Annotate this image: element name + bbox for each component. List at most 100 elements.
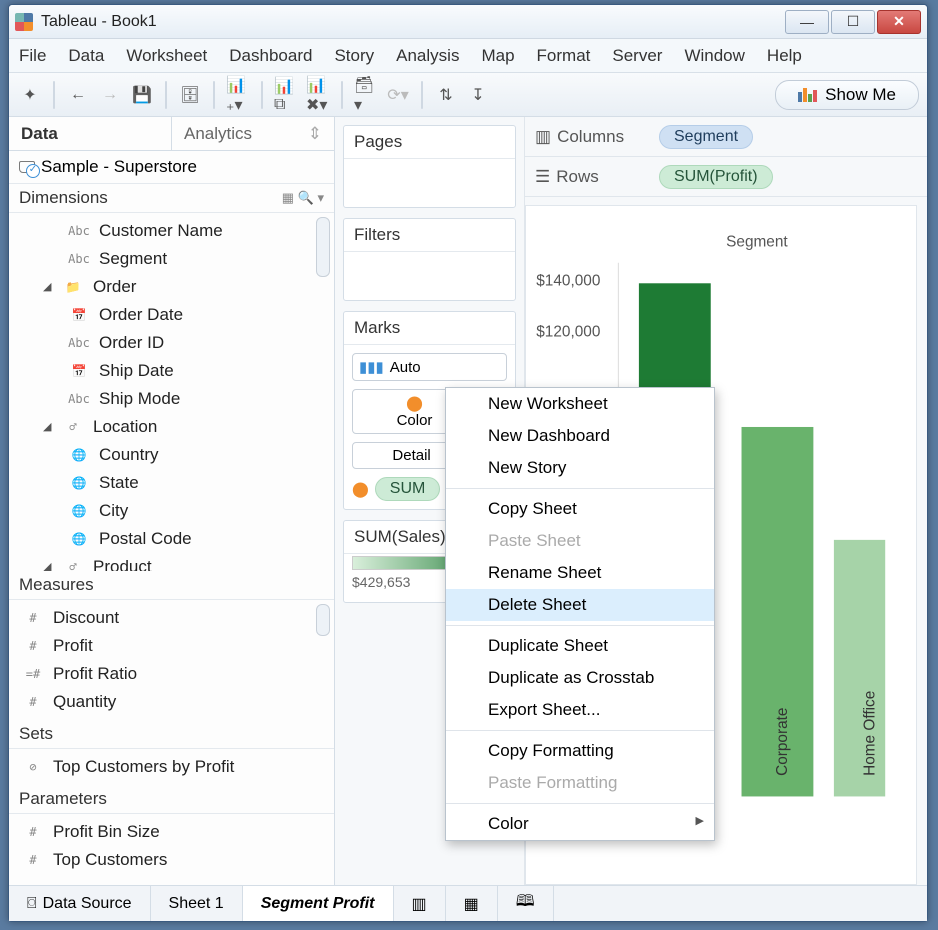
save-icon[interactable]: 💾 xyxy=(129,82,155,108)
window-title: Tableau - Book1 xyxy=(41,13,157,31)
dim-order-id[interactable]: AbcOrder ID xyxy=(9,329,334,357)
ctx-new-dashboard[interactable]: New Dashboard xyxy=(446,420,714,452)
new-worksheet-tab[interactable]: ▥ xyxy=(394,886,446,921)
new-worksheet-icon[interactable]: 📊₊▾ xyxy=(225,82,251,108)
dimensions-header: Dimensions ▦ 🔍 ▾ xyxy=(9,184,334,213)
filters-card[interactable]: Filters xyxy=(343,218,516,301)
menu-dashboard[interactable]: Dashboard xyxy=(229,46,312,66)
measures-scrollbar[interactable] xyxy=(316,604,330,636)
dimensions-tools[interactable]: ▦ 🔍 ▾ xyxy=(282,190,324,206)
columns-pill-segment[interactable]: Segment xyxy=(659,125,753,149)
new-story-tab[interactable]: 🕮 xyxy=(498,886,554,921)
ctx-new-story[interactable]: New Story xyxy=(446,452,714,484)
menu-format[interactable]: Format xyxy=(537,46,591,66)
dim-state[interactable]: 🌐State xyxy=(9,469,334,497)
sets-header: Sets xyxy=(9,720,334,749)
dim-country[interactable]: 🌐Country xyxy=(9,441,334,469)
rows-shelf-label: ☰Rows xyxy=(535,167,645,187)
dup-sheet-icon[interactable]: 📊⧉ xyxy=(273,82,299,108)
tab-data[interactable]: Data xyxy=(9,117,172,150)
dim-folder-product[interactable]: ◢♂Product xyxy=(9,553,334,571)
clear-sheet-icon[interactable]: 📊✖▾ xyxy=(305,82,331,108)
maximize-button[interactable]: ☐ xyxy=(831,10,875,34)
mark-type-select[interactable]: ▮▮▮ Auto xyxy=(352,353,507,381)
data-pane: Data Analytics⇕ Sample - Superstore Dime… xyxy=(9,117,335,885)
columns-shelf-label: ▥Columns xyxy=(535,127,645,147)
pages-card[interactable]: Pages xyxy=(343,125,516,208)
refresh-icon[interactable]: ⟳▾ xyxy=(385,82,411,108)
story-icon: 🕮 xyxy=(516,890,535,917)
titlebar: Tableau - Book1 — ☐ ✕ xyxy=(9,5,927,39)
show-me-button[interactable]: Show Me xyxy=(775,80,919,110)
toolbar: ✦ ← → 💾 🗄 📊₊▾ 📊⧉ 📊✖▾ 🗃▾ ⟳▾ ⇅ ↧ Show Me xyxy=(9,73,927,117)
back-icon[interactable]: ← xyxy=(65,82,91,108)
sheet-tabs: ⌼Data Source Sheet 1 Segment Profit ▥ ▦ … xyxy=(9,885,927,921)
datasource-item[interactable]: Sample - Superstore xyxy=(9,151,334,184)
ctx-new-worksheet[interactable]: New Worksheet xyxy=(446,388,714,420)
ctx-copy-sheet[interactable]: Copy Sheet xyxy=(446,493,714,525)
dim-ship-date[interactable]: 📅Ship Date xyxy=(9,357,334,385)
columns-icon: ▥ xyxy=(535,127,551,147)
new-dashboard-tab[interactable]: ▦ xyxy=(446,886,498,921)
app-icon xyxy=(15,13,33,31)
datasource-icon xyxy=(19,161,35,173)
dimensions-scrollbar[interactable] xyxy=(316,217,330,277)
tab-analytics[interactable]: Analytics⇕ xyxy=(172,117,334,150)
menu-data[interactable]: Data xyxy=(68,46,104,66)
param-top-customers[interactable]: #Top Customers xyxy=(9,846,334,874)
sort-icon[interactable]: ↧ xyxy=(465,82,491,108)
datasource-icon[interactable]: 🗄 xyxy=(177,82,203,108)
swap-icon[interactable]: ⇅ xyxy=(433,82,459,108)
forward-icon[interactable]: → xyxy=(97,82,123,108)
close-button[interactable]: ✕ xyxy=(877,10,921,34)
measure-profit-ratio[interactable]: =#Profit Ratio xyxy=(9,660,334,688)
menu-analysis[interactable]: Analysis xyxy=(396,46,459,66)
menu-story[interactable]: Story xyxy=(334,46,374,66)
dim-segment[interactable]: AbcSegment xyxy=(9,245,334,273)
ctx-rename-sheet[interactable]: Rename Sheet xyxy=(446,557,714,589)
connect-icon[interactable]: 🗃▾ xyxy=(353,82,379,108)
menu-help[interactable]: Help xyxy=(767,46,802,66)
measure-profit[interactable]: #Profit xyxy=(9,632,334,660)
menu-map[interactable]: Map xyxy=(481,46,514,66)
dim-ship-mode[interactable]: AbcShip Mode xyxy=(9,385,334,413)
bar-icon: ▮▮▮ xyxy=(359,358,384,376)
cat-corporate: Corporate xyxy=(774,708,791,776)
dim-customer-name[interactable]: AbcCustomer Name xyxy=(9,217,334,245)
params-header: Parameters xyxy=(9,785,334,814)
dim-postal[interactable]: 🌐Postal Code xyxy=(9,525,334,553)
cat-home-office: Home Office xyxy=(861,691,878,776)
ctx-export-sheet[interactable]: Export Sheet... xyxy=(446,694,714,726)
dim-folder-order[interactable]: ◢📁Order xyxy=(9,273,334,301)
dim-city[interactable]: 🌐City xyxy=(9,497,334,525)
ctx-paste-formatting: Paste Formatting xyxy=(446,767,714,799)
logo-icon[interactable]: ✦ xyxy=(17,82,43,108)
dim-folder-location[interactable]: ◢♂Location xyxy=(9,413,334,441)
menu-file[interactable]: File xyxy=(19,46,46,66)
measures-header: Measures xyxy=(9,571,334,600)
ctx-duplicate-crosstab[interactable]: Duplicate as Crosstab xyxy=(446,662,714,694)
ctx-duplicate-sheet[interactable]: Duplicate Sheet xyxy=(446,630,714,662)
rows-icon: ☰ xyxy=(535,167,550,187)
tab-data-source[interactable]: ⌼Data Source xyxy=(9,886,151,921)
chart-title: Segment xyxy=(726,233,788,250)
menu-server[interactable]: Server xyxy=(612,46,662,66)
ctx-delete-sheet[interactable]: Delete Sheet xyxy=(446,589,714,621)
measure-discount[interactable]: #Discount xyxy=(9,604,334,632)
dim-order-date[interactable]: 📅Order Date xyxy=(9,301,334,329)
ctx-copy-formatting[interactable]: Copy Formatting xyxy=(446,735,714,767)
tab-sheet-1[interactable]: Sheet 1 xyxy=(151,886,243,921)
tab-segment-profit[interactable]: Segment Profit xyxy=(243,886,394,921)
param-bin-size[interactable]: #Profit Bin Size xyxy=(9,818,334,846)
minimize-button[interactable]: — xyxy=(785,10,829,34)
mark-pill-sum[interactable]: SUM xyxy=(375,477,441,501)
menu-worksheet[interactable]: Worksheet xyxy=(126,46,207,66)
bars-icon xyxy=(798,88,817,102)
rows-pill-sum-profit[interactable]: SUM(Profit) xyxy=(659,165,773,189)
sheet-context-menu: New Worksheet New Dashboard New Story Co… xyxy=(445,387,715,841)
set-top-customers[interactable]: ⊘Top Customers by Profit xyxy=(9,753,334,781)
measure-quantity[interactable]: #Quantity xyxy=(9,688,334,716)
menubar: File Data Worksheet Dashboard Story Anal… xyxy=(9,39,927,73)
ctx-color-submenu[interactable]: Color xyxy=(446,808,714,840)
menu-window[interactable]: Window xyxy=(684,46,744,66)
